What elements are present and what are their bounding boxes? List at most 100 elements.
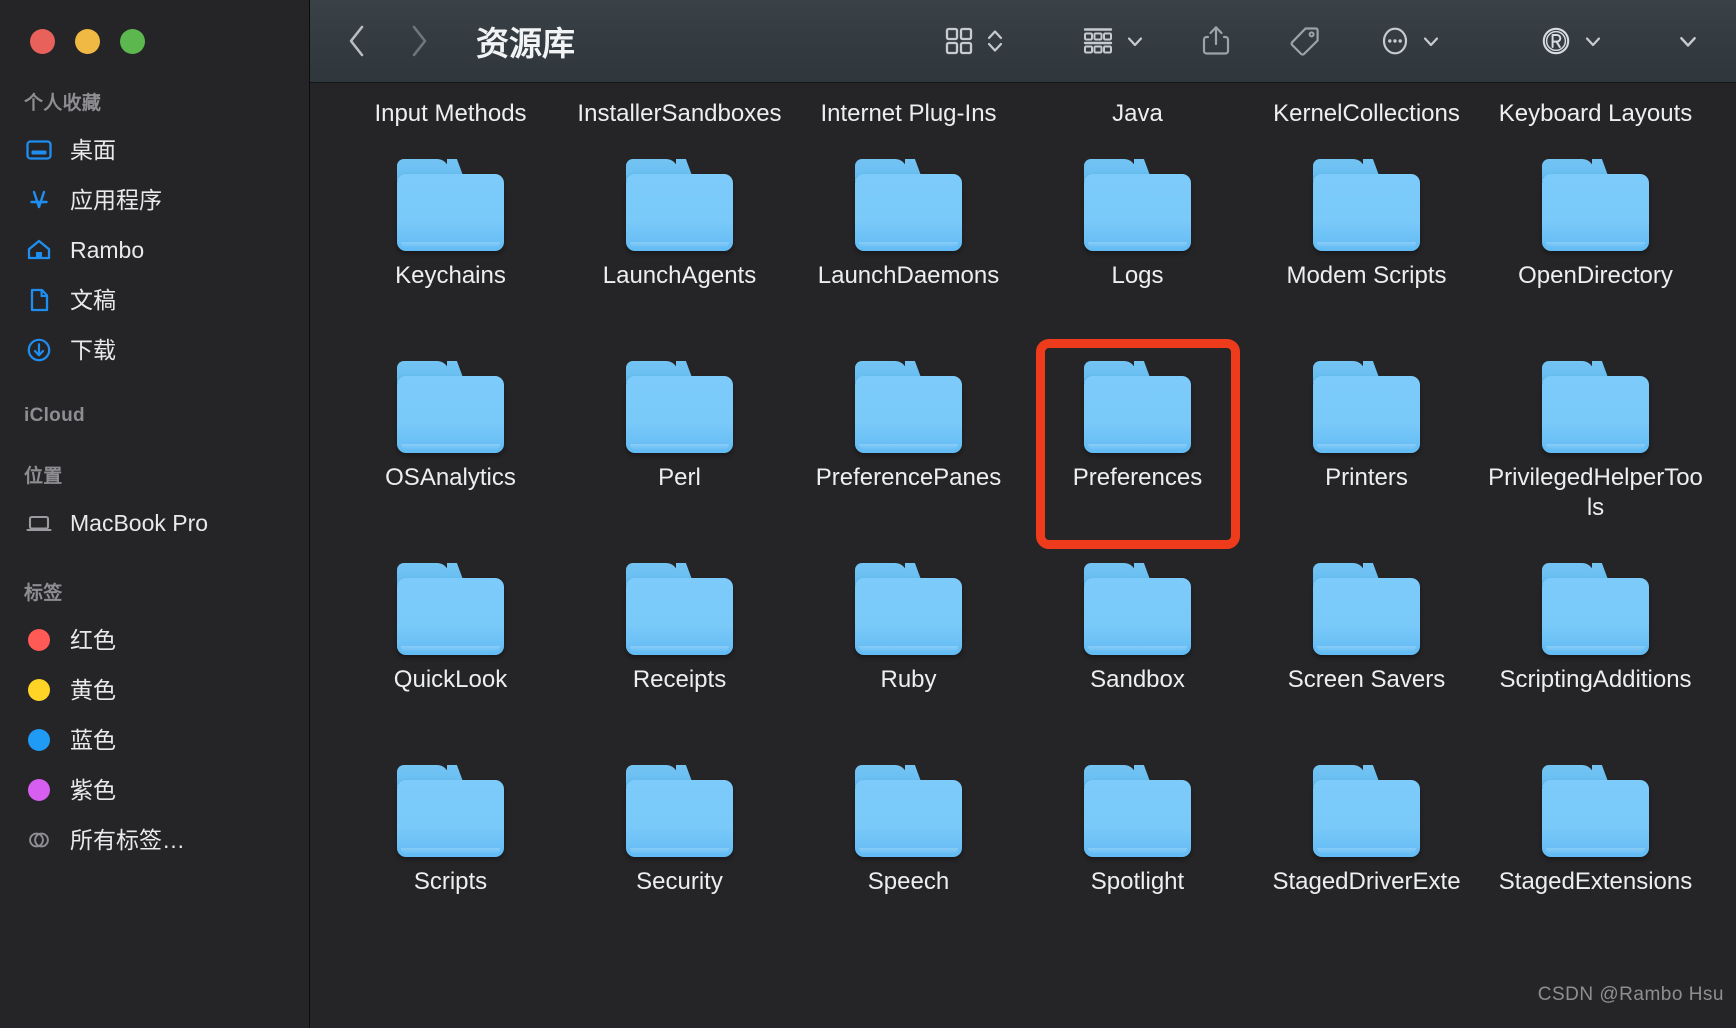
registered-r-icon bbox=[1538, 23, 1574, 59]
sidebar-section-favorites-header: 个人收藏 bbox=[24, 93, 102, 114]
folder-icon bbox=[1542, 159, 1649, 251]
sidebar-item-documents[interactable]: 文稿 bbox=[0, 275, 309, 325]
folder-item[interactable]: PrivilegedHelperTools bbox=[1481, 347, 1710, 549]
item-label: Security bbox=[636, 868, 723, 895]
folder-item[interactable]: LaunchAgents bbox=[565, 145, 794, 347]
chevron-down-icon bbox=[1678, 31, 1698, 51]
folder-icon bbox=[855, 765, 962, 857]
item-label: Keychains bbox=[395, 262, 506, 289]
finder-window: 个人收藏 桌面 应用程序 Rambo 文稿 下载 iCloud 位置 MacBo… bbox=[0, 0, 1736, 1028]
downloads-icon bbox=[24, 335, 54, 365]
folder-item[interactable]: StagedExtensions bbox=[1481, 751, 1710, 953]
sidebar-item-label: 紫色 bbox=[70, 776, 116, 803]
folder-icon bbox=[626, 159, 733, 251]
item-label: Spotlight bbox=[1090, 868, 1185, 895]
sidebar-item-tag-red[interactable]: 红色 bbox=[0, 615, 309, 665]
chevron-down-icon bbox=[1422, 32, 1440, 50]
sidebar-item-downloads[interactable]: 下载 bbox=[0, 325, 309, 375]
item-label: LaunchDaemons bbox=[817, 262, 1000, 289]
sidebar-item-desktop[interactable]: 桌面 bbox=[0, 125, 309, 175]
sidebar-item-home[interactable]: Rambo bbox=[0, 225, 309, 275]
main-area: 资源库 Input Methods InstallerSandboxes Int… bbox=[310, 0, 1736, 1028]
folder-icon bbox=[1084, 361, 1191, 453]
sidebar-list-locations: MacBook Pro bbox=[0, 498, 309, 548]
watermark: CSDN @Rambo Hsu bbox=[1537, 984, 1724, 1005]
folder-icon bbox=[1313, 563, 1420, 655]
traffic-lights bbox=[0, 0, 309, 54]
desktop-icon bbox=[24, 135, 54, 165]
group-by-button[interactable] bbox=[1066, 18, 1158, 64]
folder-item[interactable]: Keychains bbox=[336, 145, 565, 347]
folder-item[interactable]: Security bbox=[565, 751, 794, 953]
folder-item[interactable]: Logs bbox=[1023, 145, 1252, 347]
sidebar-item-label: 应用程序 bbox=[70, 186, 162, 213]
folder-item[interactable]: Perl bbox=[565, 347, 794, 549]
item-label: StagedExtensions bbox=[1498, 868, 1693, 895]
back-button[interactable] bbox=[344, 23, 370, 59]
folder-item[interactable]: OpenDirectory bbox=[1481, 145, 1710, 347]
folder-item[interactable]: Screen Savers bbox=[1252, 549, 1481, 751]
applications-icon bbox=[24, 185, 54, 215]
folder-icon bbox=[855, 159, 962, 251]
folder-item[interactable]: Ruby bbox=[794, 549, 1023, 751]
account-button[interactable] bbox=[1524, 18, 1616, 64]
folder-item[interactable]: Sandbox bbox=[1023, 549, 1252, 751]
close-button[interactable] bbox=[30, 29, 55, 54]
sidebar-item-all-tags[interactable]: 所有标签… bbox=[0, 815, 309, 865]
sidebar-item-tag-purple[interactable]: 紫色 bbox=[0, 765, 309, 815]
all-tags-icon bbox=[24, 825, 54, 855]
folder-item[interactable]: OSAnalytics bbox=[336, 347, 565, 549]
folder-item[interactable]: Receipts bbox=[565, 549, 794, 751]
group-list-icon bbox=[1080, 24, 1116, 58]
folder-icon bbox=[397, 361, 504, 453]
sidebar-item-label: 所有标签… bbox=[70, 826, 185, 853]
sidebar-item-applications[interactable]: 应用程序 bbox=[0, 175, 309, 225]
item-label: QuickLook bbox=[393, 666, 508, 693]
folder-item[interactable]: Printers bbox=[1252, 347, 1481, 549]
folder-item[interactable]: Speech bbox=[794, 751, 1023, 953]
folder-item[interactable]: Modem Scripts bbox=[1252, 145, 1481, 347]
folder-item[interactable]: Spotlight bbox=[1023, 751, 1252, 953]
overflow-button[interactable] bbox=[1664, 18, 1712, 64]
folder-item[interactable]: StagedDriverExte bbox=[1252, 751, 1481, 953]
item-label[interactable]: KernelCollections bbox=[1252, 83, 1481, 129]
tag-dot-icon bbox=[24, 675, 54, 705]
more-actions-button[interactable] bbox=[1364, 18, 1454, 64]
view-grid-button[interactable] bbox=[928, 18, 1018, 64]
sidebar-item-tag-blue[interactable]: 蓝色 bbox=[0, 715, 309, 765]
folder-item[interactable]: PreferencePanes bbox=[794, 347, 1023, 549]
folder-item[interactable]: Scripts bbox=[336, 751, 565, 953]
file-grid[interactable]: Input Methods InstallerSandboxes Interne… bbox=[310, 83, 1736, 1028]
folder-icon bbox=[626, 765, 733, 857]
folder-item[interactable]: ScriptingAdditions bbox=[1481, 549, 1710, 751]
folder-icon bbox=[855, 361, 962, 453]
item-label[interactable]: InstallerSandboxes bbox=[565, 83, 794, 129]
item-label[interactable]: Java bbox=[1023, 83, 1252, 129]
item-label: OSAnalytics bbox=[385, 464, 516, 491]
item-label[interactable]: Internet Plug-Ins bbox=[794, 83, 1023, 129]
folder-item[interactable]: QuickLook bbox=[336, 549, 565, 751]
item-label: PrivilegedHelperTools bbox=[1488, 464, 1703, 521]
item-label: Screen Savers bbox=[1287, 666, 1446, 693]
share-button[interactable] bbox=[1186, 18, 1246, 64]
forward-button[interactable] bbox=[406, 23, 432, 59]
sidebar-item-label: 蓝色 bbox=[70, 726, 116, 753]
sidebar-section-tags-header: 标签 bbox=[24, 583, 63, 604]
tag-dot-icon bbox=[24, 625, 54, 655]
chevron-updown-icon bbox=[986, 25, 1004, 57]
sidebar-item-label: Rambo bbox=[70, 236, 145, 263]
folder-icon bbox=[1084, 765, 1191, 857]
sidebar-item-tag-yellow[interactable]: 黄色 bbox=[0, 665, 309, 715]
minimize-button[interactable] bbox=[75, 29, 100, 54]
folder-item[interactable]: LaunchDaemons bbox=[794, 145, 1023, 347]
share-icon bbox=[1200, 23, 1232, 59]
navigation-arrows bbox=[344, 23, 432, 59]
sidebar-item-macbook-pro[interactable]: MacBook Pro bbox=[0, 498, 309, 548]
sidebar-item-label: 下载 bbox=[70, 336, 116, 363]
item-label[interactable]: Input Methods bbox=[336, 83, 565, 129]
tag-button[interactable] bbox=[1274, 18, 1336, 64]
item-label[interactable]: Keyboard Layouts bbox=[1481, 83, 1710, 129]
maximize-button[interactable] bbox=[120, 29, 145, 54]
folder-item-preferences-highlighted[interactable]: Preferences bbox=[1023, 347, 1252, 549]
folder-grid: Keychains LaunchAgents LaunchDaemons Log… bbox=[336, 145, 1710, 953]
